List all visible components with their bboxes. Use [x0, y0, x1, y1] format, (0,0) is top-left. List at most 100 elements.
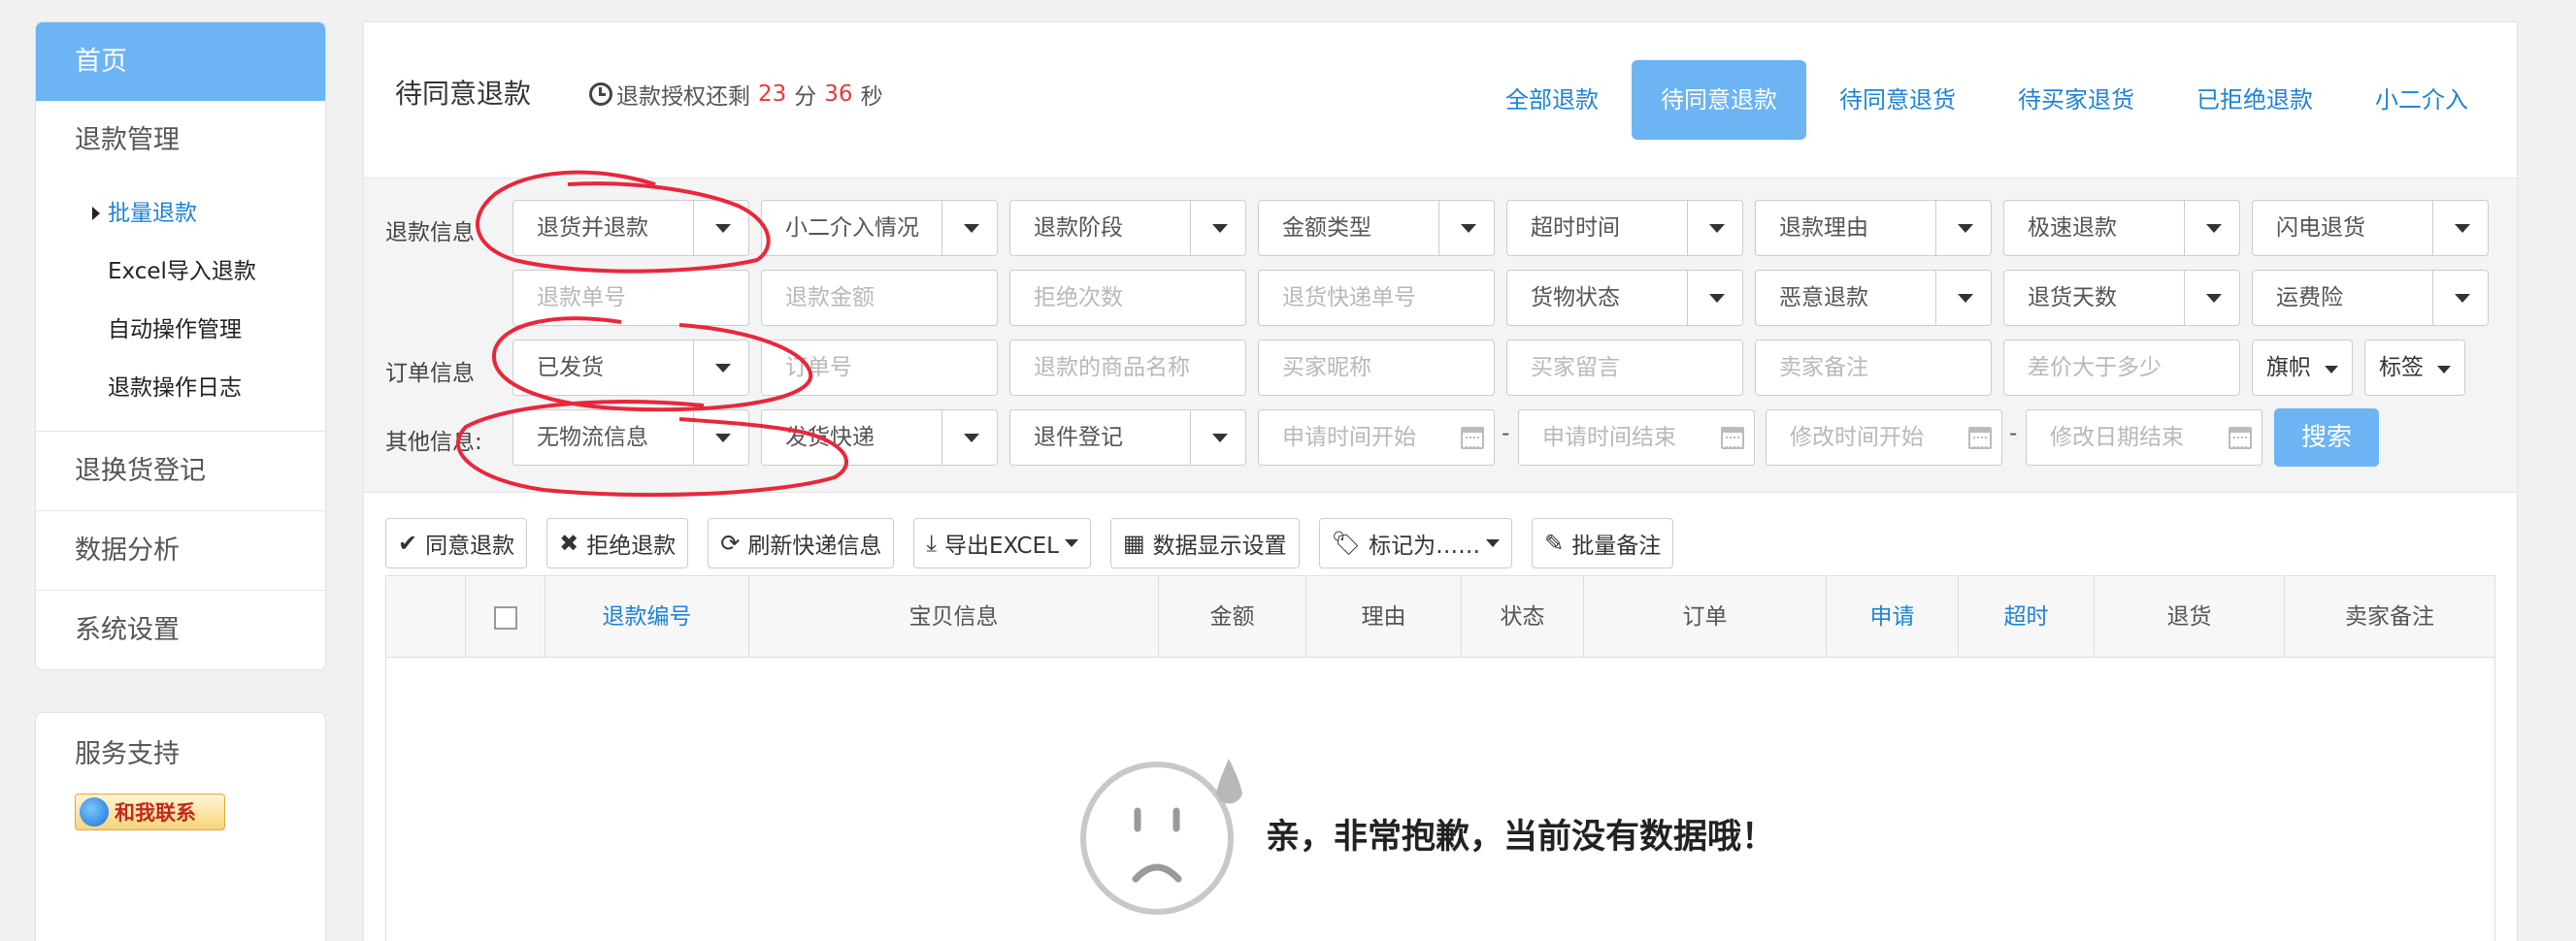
contact-us-label: 和我联系: [115, 801, 196, 825]
col-seller-note: 卖家备注: [2345, 604, 2434, 630]
sidebar-group-system-settings[interactable]: 系统设置: [36, 590, 325, 669]
select-all-checkbox[interactable]: [493, 605, 517, 630]
select-value: 无物流信息: [537, 425, 648, 450]
countdown-minutes-unit: 分: [794, 84, 817, 110]
flag-label: 旗帜: [2266, 355, 2311, 380]
courier-select[interactable]: 发货快递: [761, 409, 998, 466]
sidebar-group-return-register[interactable]: 退换货登记: [36, 431, 325, 510]
sidebar-item-batch-refund[interactable]: 批量退款: [36, 184, 325, 243]
clock-icon: [589, 82, 612, 106]
sidebar-item-home[interactable]: 首页: [36, 22, 325, 101]
malicious-refund-select[interactable]: 恶意退款: [1755, 270, 1992, 326]
chevron-down-icon: [941, 201, 997, 255]
tab-rejected-refunds[interactable]: 已拒绝退款: [2167, 60, 2342, 140]
select-value: 超时时间: [1531, 215, 1620, 241]
calendar-icon: [1968, 427, 1992, 449]
return-tracking-input[interactable]: 退货快递单号: [1258, 270, 1495, 326]
return-register-select[interactable]: 退件登记: [1009, 409, 1246, 466]
chevron-down-icon: [2184, 271, 2239, 325]
refund-table: 退款编号 宝贝信息 金额 理由 状态 订单 申请 超时 退货 卖家备注 亲，非常…: [385, 575, 2495, 941]
empty-message: 亲，非常抱歉，当前没有数据哦！: [1266, 817, 1776, 857]
download-icon: ⤓: [926, 530, 937, 557]
button-label: 刷新快递信息: [747, 534, 882, 559]
action-toolbar: ✔ 同意退款 ✖ 拒绝退款 ⟳ 刷新快递信息 ⤓ 导出EXCEL ▦ 数据显示设置 🏷 标记…: [385, 518, 1693, 568]
price-diff-input[interactable]: 差价大于多少: [2003, 340, 2240, 396]
tab-pending-return[interactable]: 待同意退货: [1810, 60, 1985, 140]
agree-refund-button[interactable]: ✔ 同意退款: [385, 518, 528, 568]
batch-note-button[interactable]: ✎ 批量备注: [1532, 518, 1674, 568]
return-days-select[interactable]: 退货天数: [2003, 270, 2240, 326]
refresh-icon: ⟳: [720, 530, 741, 557]
refund-amount-input[interactable]: 退款金额: [761, 270, 998, 326]
order-id-input[interactable]: 订单号: [761, 340, 998, 396]
fast-refund-select[interactable]: 极速退款: [2003, 200, 2240, 256]
logistics-info-select[interactable]: 无物流信息: [512, 409, 749, 466]
display-settings-button[interactable]: ▦ 数据显示设置: [1109, 518, 1300, 568]
intervention-status-select[interactable]: 小二介入情况: [761, 200, 998, 256]
support-panel: 服务支持 和我联系: [35, 712, 326, 941]
modify-end-date-input[interactable]: 修改日期结束: [2026, 409, 2262, 466]
calendar-icon: [2229, 427, 2252, 449]
calendar-icon: [1721, 427, 1744, 449]
chevron-down-icon: [1190, 410, 1245, 465]
sidebar-group-refund-management[interactable]: 退款管理: [36, 101, 325, 180]
refresh-tracking-button[interactable]: ⟳ 刷新快递信息: [708, 518, 895, 568]
tab-platform-intervention[interactable]: 小二介入: [2346, 60, 2497, 140]
refund-reason-select[interactable]: 退款理由: [1755, 200, 1992, 256]
mark-as-button[interactable]: 🏷 标记为……: [1318, 518, 1513, 568]
goods-status-select[interactable]: 货物状态: [1506, 270, 1743, 326]
modify-start-date-input[interactable]: 修改时间开始: [1766, 409, 2002, 466]
caret-right-icon: [92, 207, 100, 220]
buyer-message-input[interactable]: 买家留言: [1506, 340, 1743, 396]
timeout-select[interactable]: 超时时间: [1506, 200, 1743, 256]
close-icon: ✖: [559, 530, 579, 557]
chevron-down-icon: [1190, 201, 1245, 255]
product-name-input[interactable]: 退款的商品名称: [1009, 340, 1246, 396]
export-excel-button[interactable]: ⤓ 导出EXCEL: [913, 518, 1091, 568]
main-panel: 待同意退款 退款授权还剩 23 分 36 秒 全部退款 待同意退款 待同意退货 …: [363, 21, 2518, 941]
seller-note-input[interactable]: 卖家备注: [1755, 340, 1992, 396]
tab-all-refunds[interactable]: 全部退款: [1476, 60, 1628, 140]
sidebar-group-data-analysis[interactable]: 数据分析: [36, 510, 325, 590]
refund-id-input[interactable]: 退款单号: [512, 270, 749, 326]
col-timeout[interactable]: 超时: [1959, 576, 2095, 658]
button-label: 同意退款: [425, 534, 515, 559]
shipping-insurance-select[interactable]: 运费险: [2252, 270, 2489, 326]
refund-stage-select[interactable]: 退款阶段: [1009, 200, 1246, 256]
buyer-nickname-input[interactable]: 买家昵称: [1258, 340, 1495, 396]
select-value: 退货并退款: [537, 215, 648, 241]
date-range-dash: -: [2009, 421, 2018, 446]
countdown-seconds: 36: [824, 81, 853, 107]
sidebar-item-auto-operations[interactable]: 自动操作管理: [36, 301, 325, 359]
refund-type-select[interactable]: 退货并退款: [512, 200, 749, 256]
col-refund-id[interactable]: 退款编号: [545, 576, 749, 658]
amount-type-select[interactable]: 金额类型: [1258, 200, 1495, 256]
tab-pending-refund[interactable]: 待同意退款: [1632, 60, 1806, 140]
lightning-return-select[interactable]: 闪电退货: [2252, 200, 2489, 256]
calendar-icon: [1461, 427, 1484, 449]
chevron-down-icon: [1935, 201, 1991, 255]
reject-refund-button[interactable]: ✖ 拒绝退款: [546, 518, 689, 568]
flag-dropdown[interactable]: 旗帜: [2252, 340, 2353, 396]
tag-icon: 🏷: [1331, 530, 1362, 557]
apply-start-date-input[interactable]: 申请时间开始: [1258, 409, 1495, 466]
chevron-down-icon: [693, 201, 748, 255]
caret-down-icon: [1064, 539, 1078, 547]
sidebar-item-refund-log[interactable]: 退款操作日志: [36, 359, 325, 417]
col-status: 状态: [1462, 576, 1584, 658]
countdown-seconds-unit: 秒: [860, 84, 883, 110]
apply-end-date-input[interactable]: 申请时间结束: [1518, 409, 1755, 466]
col-apply[interactable]: 申请: [1827, 576, 1959, 658]
shipping-status-select[interactable]: 已发货: [512, 340, 749, 396]
reject-count-input[interactable]: 拒绝次数: [1009, 270, 1246, 326]
chevron-down-icon: [693, 341, 748, 395]
page-title: 待同意退款: [395, 78, 532, 110]
tag-dropdown[interactable]: 标签: [2364, 340, 2465, 396]
select-value: 退款理由: [1779, 215, 1868, 241]
contact-us-button[interactable]: 和我联系: [75, 794, 225, 830]
sidebar-item-excel-import[interactable]: Excel导入退款: [36, 243, 325, 301]
select-value: 退件登记: [1034, 425, 1123, 450]
select-value: 恶意退款: [1779, 285, 1868, 310]
tab-awaiting-buyer-return[interactable]: 待买家退货: [1989, 60, 2163, 140]
search-button[interactable]: 搜索: [2274, 408, 2379, 467]
